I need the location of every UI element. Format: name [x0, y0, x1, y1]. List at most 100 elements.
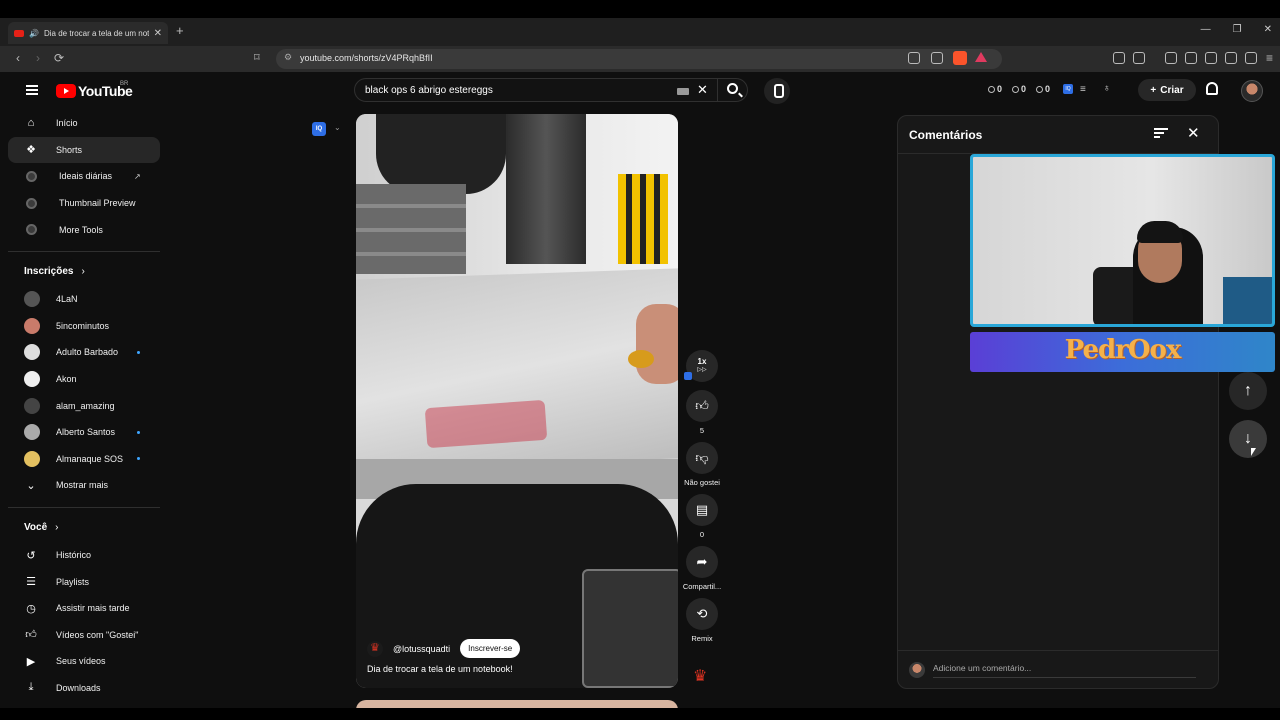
share-button[interactable]: ➦ [686, 546, 718, 578]
subscription-item[interactable]: 4LaN [8, 286, 160, 313]
subscription-item[interactable]: 5incominutos [8, 313, 160, 340]
sidebar-item-watch-later[interactable]: ◷ Assistir mais tarde [8, 595, 160, 622]
extensions-icon[interactable] [1113, 52, 1125, 64]
award-icon[interactable]: ♁ [1103, 83, 1111, 94]
subscription-item[interactable]: Alberto Santos [8, 419, 160, 446]
channel-logo-icon[interactable]: ♛ [693, 666, 707, 686]
show-more-button[interactable]: ⌄ Mostrar mais [8, 472, 160, 499]
tab-title: Dia de trocar a tela de um notebook! - Y… [43, 28, 149, 38]
vidiq-speed-badge [684, 372, 692, 380]
channel-handle[interactable]: @lotussquadti [393, 644, 450, 654]
banner-logo-text: PedrOox [1064, 335, 1182, 365]
user-avatar [909, 662, 925, 678]
comment-input[interactable]: Adicione um comentário... [933, 663, 1031, 673]
browser-toolbar: ‹ › ⟳ ⌑ ⚙ youtube.com/shorts/zV4PRqhBfII… [0, 46, 1280, 72]
screenshot-icon[interactable] [1133, 52, 1145, 64]
channel-avatar[interactable] [367, 640, 383, 657]
you-heading[interactable]: Você › [8, 514, 160, 542]
maximize-icon[interactable]: ❐ [1233, 24, 1242, 35]
wallet-icon[interactable] [1205, 52, 1217, 64]
tab-close-icon[interactable]: ✕ [154, 28, 162, 39]
next-short-button[interactable]: ↓ [1229, 420, 1267, 458]
subscribe-button[interactable]: Inscrever-se [460, 639, 521, 658]
subscription-item[interactable]: Adulto Barbado [8, 339, 160, 366]
keyboard-icon[interactable] [677, 88, 689, 95]
previous-short-button[interactable]: ↑ [1229, 372, 1267, 410]
share-icon[interactable] [931, 52, 943, 64]
back-icon[interactable]: ‹ [16, 51, 20, 65]
sidebar-item-more-tools[interactable]: More Tools [8, 216, 160, 243]
brave-rewards-icon[interactable] [975, 52, 987, 62]
ai-icon[interactable] [1225, 52, 1237, 64]
browser-tab[interactable]: 🔊 Dia de trocar a tela de um notebook! -… [8, 22, 168, 44]
subscription-item[interactable]: alam_amazing [8, 392, 160, 419]
like-button[interactable]: 👍︎ [686, 390, 718, 422]
sort-icon[interactable] [1154, 128, 1168, 138]
vidiq-toggle[interactable]: IQ [312, 122, 326, 136]
thumbs-up-icon: 👍︎ [695, 398, 709, 413]
share-label: Compartil... [682, 582, 722, 591]
address-bar[interactable]: ⚙ youtube.com/shorts/zV4PRqhBfII [276, 49, 1002, 69]
sidebar-item-your-videos[interactable]: ▶ Seus vídeos [8, 648, 160, 675]
counter-value: 0 [1021, 84, 1027, 94]
shorts-video-player[interactable]: @lotussquadti Inscrever-se Dia de trocar… [356, 114, 678, 688]
bookmark-icon[interactable]: ⌑ [254, 51, 260, 64]
sidebar-item-inicio[interactable]: ⌂ Início [8, 110, 160, 137]
create-button[interactable]: + Criar [1138, 79, 1196, 101]
reload-icon[interactable]: ⟳ [54, 51, 64, 65]
playback-speed-button[interactable]: 1x ▷▷ [684, 350, 718, 382]
comments-button[interactable]: ▤ [686, 494, 718, 526]
sidebar-item-label: Vídeos com "Gostei" [56, 629, 139, 640]
sidebar-item-historico[interactable]: ↺ Histórico [8, 542, 160, 569]
counter-value: 0 [997, 84, 1003, 94]
divider [8, 250, 160, 252]
dislike-button[interactable]: 👎︎ [686, 442, 718, 474]
channel-avatar [24, 344, 40, 361]
counter-value: 0 [1045, 84, 1051, 94]
sidebar-item-label: Seus vídeos [56, 656, 106, 667]
sidebar-item-thumbnail-preview[interactable]: Thumbnail Preview [8, 190, 160, 217]
subscription-item[interactable]: Almanaque SOS [8, 446, 160, 473]
browser-menu-icon[interactable]: ≡ [1266, 51, 1273, 65]
close-icon[interactable]: ✕ [1187, 124, 1200, 142]
voice-search-button[interactable] [764, 78, 790, 104]
sidebar-item-downloads[interactable]: ⤓ Downloads [8, 675, 160, 702]
hamburger-menu-icon[interactable] [26, 85, 38, 95]
subscriptions-heading[interactable]: Inscrições › [8, 258, 160, 286]
vidiq-badge[interactable]: IQ [1063, 84, 1073, 94]
remix-button[interactable]: ⟲ [686, 598, 718, 630]
eye-icon [1012, 85, 1020, 93]
sidebar-item-ideias[interactable]: Ideais diárias ↗ [8, 163, 160, 190]
sidebar-item-liked-videos[interactable]: 👍︎ Vídeos com "Gostei" [8, 622, 160, 649]
streamer-banner: PedrOox [970, 332, 1275, 372]
history-icon: ↺ [26, 549, 36, 562]
account-avatar[interactable] [1241, 80, 1263, 102]
comments-title: Comentários [909, 128, 983, 142]
cast-icon[interactable] [908, 52, 920, 64]
sidebar-item-shorts[interactable]: ❖ Shorts [8, 136, 160, 164]
sidebar-icon[interactable] [1185, 52, 1197, 64]
short-caption[interactable]: Dia de trocar a tela de um notebook! [367, 664, 513, 674]
site-info-icon[interactable]: ⚙ [284, 52, 292, 63]
comments-count: 0 [699, 530, 705, 539]
media-icon[interactable] [1165, 52, 1177, 64]
forward-icon[interactable]: › [36, 51, 40, 65]
search-input[interactable]: black ops 6 abrigo estereggs ✕ [354, 78, 718, 102]
subscription-item[interactable]: Akon [8, 366, 160, 393]
clear-search-icon[interactable]: ✕ [697, 82, 708, 98]
new-content-dot [137, 430, 140, 434]
remix-label: Remix [691, 634, 713, 643]
close-window-icon[interactable]: ✕ [1264, 24, 1272, 35]
brave-shield-icon[interactable] [953, 51, 967, 65]
sidebar-item-label: Ideais diárias [59, 171, 113, 182]
minimize-icon[interactable]: — [1201, 24, 1211, 35]
short-channel-row: @lotussquadti Inscrever-se [367, 639, 521, 658]
vpn-icon[interactable] [1245, 52, 1257, 64]
new-tab-icon[interactable]: + [176, 23, 184, 38]
sidebar-item-playlists[interactable]: ☰ Playlists [8, 568, 160, 595]
chevron-down-icon[interactable]: ⌄ [334, 123, 341, 132]
header-counters: 0 0 0 [988, 84, 1050, 94]
audio-playing-icon[interactable]: 🔊 [29, 29, 39, 38]
list-icon[interactable]: ≡ [1080, 84, 1086, 95]
notifications-icon[interactable] [1206, 82, 1218, 95]
